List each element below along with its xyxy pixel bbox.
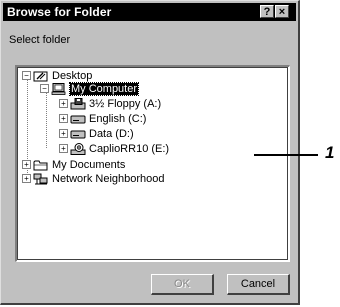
- tree-item-drive[interactable]: + English (C:): [59, 112, 146, 125]
- tree-item-drive[interactable]: + CaplioRR10 (E:): [59, 142, 169, 155]
- desktop-icon: [33, 70, 49, 82]
- dialog-title: Browse for Folder: [7, 5, 112, 19]
- tree-item-my-computer[interactable]: − My Computer: [40, 81, 140, 96]
- tree-item-label: Network Neighborhood: [52, 172, 165, 185]
- tree-item-label: CaplioRR10 (E:): [89, 142, 170, 155]
- expand-toggle[interactable]: +: [59, 114, 68, 123]
- tree-item-my-documents[interactable]: + My Documents: [22, 158, 125, 171]
- tree-item-label: My Documents: [52, 158, 126, 171]
- tree-item-drive[interactable]: + 3½ Floppy (A:): [59, 97, 161, 110]
- hard-drive-icon: [70, 128, 86, 140]
- callout-number: 1: [325, 143, 335, 162]
- tree-item-label-selected: My Computer: [68, 81, 140, 96]
- browse-for-folder-dialog: Browse for Folder ? × Select folder − De…: [0, 0, 300, 305]
- folder-tree[interactable]: − Desktop − My Computer + 3½ Floppy (A:)…: [15, 65, 290, 262]
- ok-button[interactable]: OK: [151, 274, 214, 295]
- network-icon: [33, 173, 49, 185]
- tree-connector: [46, 90, 47, 148]
- hard-drive-icon: [70, 113, 86, 125]
- tree-item-desktop[interactable]: − Desktop: [22, 69, 92, 82]
- folder-icon: [33, 159, 49, 171]
- tree-item-drive[interactable]: + Data (D:): [59, 127, 134, 140]
- title-bar: Browse for Folder ? ×: [3, 3, 296, 21]
- callout-line: [254, 154, 318, 156]
- collapse-toggle[interactable]: −: [22, 71, 31, 80]
- computer-icon: [51, 82, 67, 95]
- close-button[interactable]: ×: [275, 5, 289, 18]
- tree-item-label: Desktop: [52, 69, 93, 82]
- expand-toggle[interactable]: +: [22, 160, 31, 169]
- select-folder-prompt: Select folder: [9, 34, 71, 46]
- expand-toggle[interactable]: +: [22, 174, 31, 183]
- tree-item-network-neighborhood[interactable]: + Network Neighborhood: [22, 172, 165, 185]
- camera-drive-icon: [70, 142, 86, 155]
- expand-toggle[interactable]: +: [59, 144, 68, 153]
- floppy-drive-icon: [70, 97, 86, 110]
- tree-item-label: 3½ Floppy (A:): [89, 97, 162, 110]
- tree-item-label: English (C:): [89, 112, 147, 125]
- expand-toggle[interactable]: +: [59, 129, 68, 138]
- cancel-button[interactable]: Cancel: [227, 274, 290, 295]
- collapse-toggle[interactable]: −: [40, 84, 49, 93]
- expand-toggle[interactable]: +: [59, 99, 68, 108]
- help-button[interactable]: ?: [260, 5, 274, 18]
- tree-item-label: Data (D:): [89, 127, 134, 140]
